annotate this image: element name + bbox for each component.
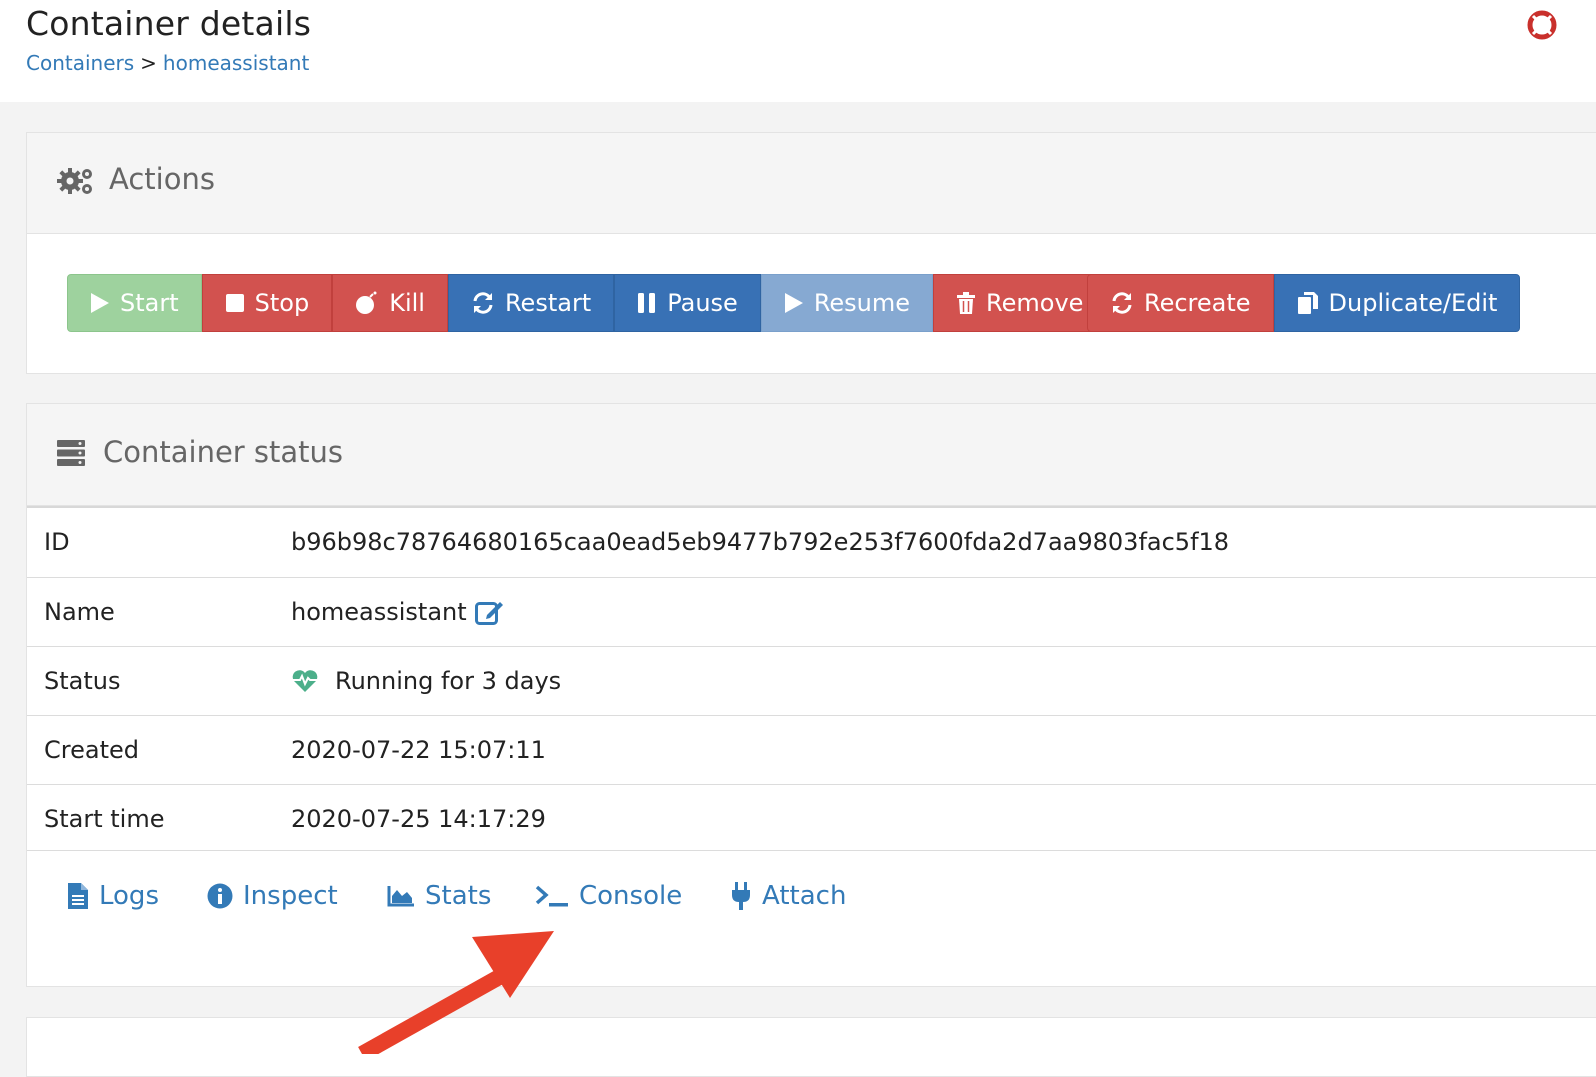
logs-link-label: Logs xyxy=(99,881,159,911)
stop-button[interactable]: Stop xyxy=(201,274,333,332)
stats-link[interactable]: Stats xyxy=(387,881,491,911)
pause-button-label: Pause xyxy=(667,289,738,317)
row-label: Name xyxy=(44,598,115,626)
row-label: ID xyxy=(44,528,70,556)
edit-icon[interactable] xyxy=(474,598,505,626)
attach-link-label: Attach xyxy=(762,881,847,911)
start-button[interactable]: Start xyxy=(67,274,202,332)
next-panel xyxy=(26,1017,1596,1077)
refresh-icon xyxy=(473,292,493,314)
container-actions-group: Start Stop Kill Restart Pause Resume Rem… xyxy=(67,274,1107,332)
cogs-icon xyxy=(57,168,92,194)
inspect-link-label: Inspect xyxy=(243,881,338,911)
bomb-icon xyxy=(356,291,377,314)
stop-button-label: Stop xyxy=(254,289,310,317)
table-row-created: Created 2020-07-22 15:07:11 xyxy=(27,715,1596,784)
table-row-name: Name homeassistant xyxy=(27,577,1596,646)
actions-panel: Actions Start Stop Kill Restart Pause Re… xyxy=(26,132,1596,374)
play-icon xyxy=(91,293,109,313)
recreate-button-label: Recreate xyxy=(1144,289,1251,317)
remove-button[interactable]: Remove xyxy=(933,274,1107,332)
duplicate-edit-button-label: Duplicate/Edit xyxy=(1328,289,1498,317)
table-row-id: ID b96b98c78764680165caa0ead5eb9477b792e… xyxy=(27,506,1596,577)
remove-button-label: Remove xyxy=(986,289,1084,317)
actions-title: Actions xyxy=(109,162,215,196)
status-table: ID b96b98c78764680165caa0ead5eb9477b792e… xyxy=(27,506,1596,853)
area-chart-icon xyxy=(387,886,414,907)
container-status-value: Running for 3 days xyxy=(291,667,561,695)
recreate-button[interactable]: Recreate xyxy=(1087,274,1274,332)
row-label: Status xyxy=(44,667,121,695)
start-time-value: 2020-07-25 14:17:29 xyxy=(291,805,546,833)
terminal-icon xyxy=(535,885,568,907)
container-status-text: Running for 3 days xyxy=(335,667,562,695)
page-title: Container details xyxy=(26,4,312,43)
row-label: Start time xyxy=(44,805,165,833)
container-status-header: Container status xyxy=(27,404,1596,506)
inspect-link[interactable]: Inspect xyxy=(207,881,338,911)
resume-button-label: Resume xyxy=(813,289,911,317)
trash-icon xyxy=(957,292,976,314)
container-edit-group: Recreate Duplicate/Edit xyxy=(1087,274,1521,332)
container-name-text: homeassistant xyxy=(291,598,467,626)
container-status-panel: Container status ID b96b98c78764680165ca… xyxy=(26,403,1596,987)
table-row-start-time: Start time 2020-07-25 14:17:29 xyxy=(27,784,1596,853)
container-id-value: b96b98c78764680165caa0ead5eb9477b792e253… xyxy=(291,528,1230,556)
breadcrumb: Containers > homeassistant xyxy=(26,51,309,75)
red-arrow-annotation xyxy=(358,931,554,1054)
actions-header: Actions xyxy=(27,133,1596,234)
breadcrumb-containers-link[interactable]: Containers xyxy=(26,51,134,75)
duplicate-edit-button[interactable]: Duplicate/Edit xyxy=(1273,274,1521,332)
play-icon xyxy=(784,293,803,313)
file-text-icon xyxy=(68,883,88,909)
breadcrumb-separator: > xyxy=(140,51,157,75)
heartbeat-icon xyxy=(292,670,318,692)
copy-icon xyxy=(1297,292,1318,314)
restart-button-label: Restart xyxy=(504,289,592,317)
stop-icon xyxy=(225,294,244,312)
top-header: Container details Containers > homeassista… xyxy=(0,0,1596,102)
container-name-value: homeassistant xyxy=(291,598,505,626)
console-link[interactable]: Console xyxy=(535,881,682,911)
pause-button[interactable]: Pause xyxy=(614,274,761,332)
stats-link-label: Stats xyxy=(425,881,492,911)
plug-icon xyxy=(732,882,750,910)
lifebuoy-help-icon[interactable] xyxy=(1527,10,1557,40)
start-button-label: Start xyxy=(120,289,179,317)
breadcrumb-current-link[interactable]: homeassistant xyxy=(163,51,309,75)
created-value: 2020-07-22 15:07:11 xyxy=(291,736,546,764)
info-circle-icon xyxy=(207,883,233,909)
logs-link[interactable]: Logs xyxy=(67,881,159,911)
kill-button[interactable]: Kill xyxy=(332,274,448,332)
restart-button[interactable]: Restart xyxy=(447,274,615,332)
refresh-icon xyxy=(1112,292,1132,314)
row-label: Created xyxy=(44,736,139,764)
resume-button[interactable]: Resume xyxy=(760,274,934,332)
container-status-title: Container status xyxy=(103,435,344,469)
server-icon xyxy=(57,440,85,466)
table-row-status: Status Running for 3 days xyxy=(27,646,1596,715)
container-links: Logs Inspect Stats Console Attach xyxy=(27,850,1596,986)
pause-icon xyxy=(638,293,656,313)
kill-button-label: Kill xyxy=(389,289,425,317)
attach-link[interactable]: Attach xyxy=(730,881,846,911)
console-link-label: Console xyxy=(579,881,683,911)
